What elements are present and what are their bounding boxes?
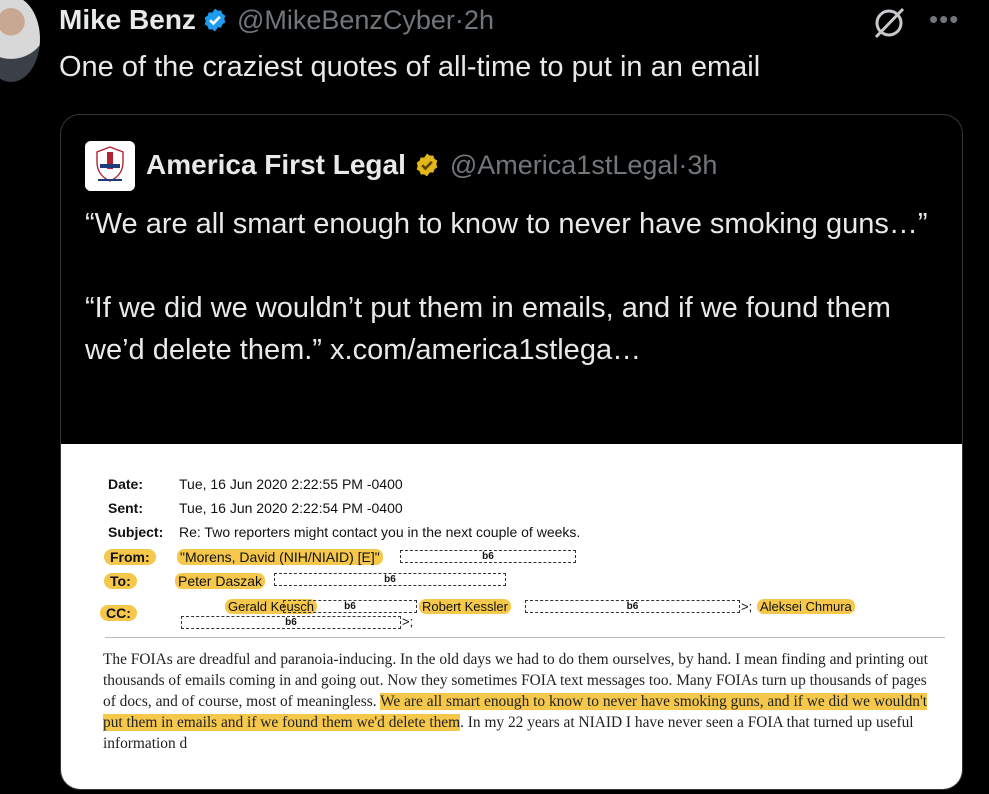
email-screenshot-image[interactable]: Date: Tue, 16 Jun 2020 2:22:55 PM -0400 … (61, 444, 962, 789)
email-to-value: Peter Daszak (175, 573, 266, 589)
redaction-box: b6 (400, 550, 576, 563)
tweet-text: One of the craziest quotes of all-time t… (59, 51, 761, 83)
email-date-value: Tue, 16 Jun 2020 2:22:55 PM -0400 (179, 476, 403, 492)
time-separator: · (454, 4, 464, 35)
email-cc-3: Aleksei Chmura (757, 599, 855, 614)
email-to-label: To: (104, 573, 137, 589)
email-cc-trail: >; (741, 599, 753, 614)
grok-icon[interactable] (872, 6, 906, 40)
verified-badge-gold-icon (416, 153, 438, 177)
email-sent-value: Tue, 16 Jun 2020 2:22:54 PM -0400 (179, 500, 403, 516)
email-cc-label: CC: (100, 605, 137, 621)
redaction-box: b6 (283, 600, 417, 613)
quoted-time-separator: · (678, 149, 688, 180)
quoted-avatar[interactable] (85, 141, 135, 191)
quoted-timestamp[interactable]: 3h (687, 150, 717, 181)
redaction-box: b6 (525, 600, 740, 613)
email-cc-2: Robert Kessler (419, 599, 511, 614)
divider (105, 637, 945, 638)
email-from-value: "Morens, David (NIH/NIAID) [E]" (177, 549, 383, 565)
redaction-box: b6 (181, 616, 401, 629)
author-handle[interactable]: @MikeBenzCyber (237, 5, 455, 36)
quoted-text-line-2: “If we did we wouldn’t put them in email… (85, 292, 891, 366)
quoted-text-line-1: “We are all smart enough to know to neve… (85, 208, 928, 240)
america-first-legal-logo-icon (85, 141, 135, 191)
tweet-header: Mike Benz @MikeBenzCyber · 2h (59, 3, 494, 37)
more-options-icon[interactable]: ••• (929, 4, 959, 35)
quoted-header: America First Legal @America1stLegal · 3… (146, 148, 717, 182)
email-subject-label: Subject: (108, 524, 164, 540)
quoted-text: “We are all smart enough to know to neve… (85, 203, 945, 371)
quoted-author-handle[interactable]: @America1stLegal (450, 150, 679, 181)
redaction-box: b6 (274, 573, 506, 586)
quoted-author-name[interactable]: America First Legal (146, 149, 406, 181)
email-cc-trail-2: >; (402, 614, 414, 629)
timestamp[interactable]: 2h (464, 5, 494, 36)
avatar[interactable] (0, 0, 40, 82)
quoted-tweet[interactable]: America First Legal @America1stLegal · 3… (60, 114, 963, 790)
email-body: The FOIAs are dreadful and paranoia-indu… (103, 649, 935, 754)
email-from-label: From: (104, 549, 156, 565)
verified-badge-icon (204, 8, 226, 32)
author-name[interactable]: Mike Benz (59, 4, 196, 36)
email-sent-label: Sent: (108, 500, 143, 516)
email-date-label: Date: (108, 476, 144, 492)
email-subject-value: Re: Two reporters might contact you in t… (179, 524, 581, 540)
